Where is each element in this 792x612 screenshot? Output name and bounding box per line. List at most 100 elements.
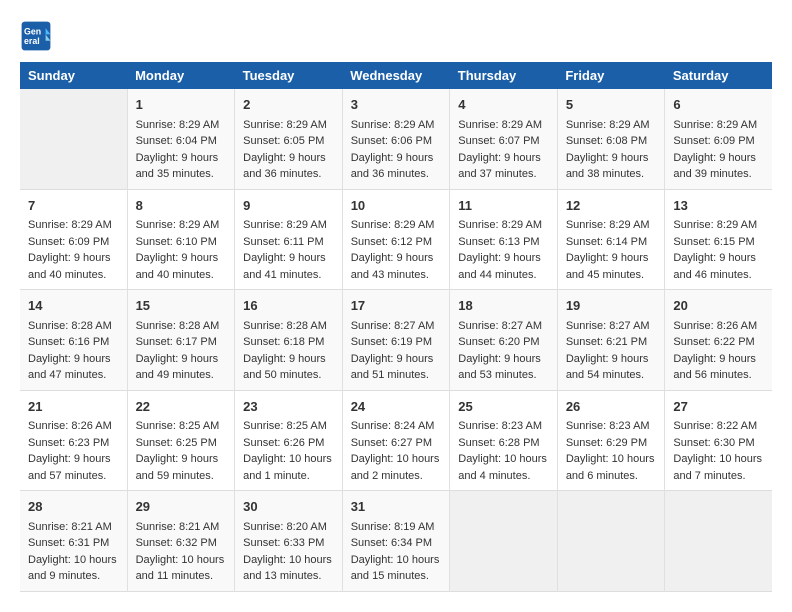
- day-info: Sunrise: 8:29 AM: [243, 117, 334, 134]
- day-header-friday: Friday: [557, 62, 665, 89]
- day-info: Sunset: 6:05 PM: [243, 133, 334, 150]
- day-number: 21: [28, 397, 119, 417]
- day-info: Daylight: 9 hours: [243, 250, 334, 267]
- svg-text:Gen: Gen: [24, 26, 41, 36]
- day-info: Sunset: 6:19 PM: [351, 334, 442, 351]
- day-info: Sunrise: 8:29 AM: [566, 117, 657, 134]
- day-number: 30: [243, 497, 334, 517]
- day-info: and 57 minutes.: [28, 468, 119, 485]
- svg-text:eral: eral: [24, 36, 40, 46]
- day-number: 9: [243, 196, 334, 216]
- day-info: Sunset: 6:28 PM: [458, 435, 549, 452]
- calendar-cell: 14Sunrise: 8:28 AMSunset: 6:16 PMDayligh…: [20, 290, 127, 391]
- day-info: Daylight: 9 hours: [673, 150, 764, 167]
- day-info: and 40 minutes.: [136, 267, 227, 284]
- day-info: Sunset: 6:08 PM: [566, 133, 657, 150]
- day-number: 1: [136, 95, 227, 115]
- day-info: and 47 minutes.: [28, 367, 119, 384]
- day-header-wednesday: Wednesday: [342, 62, 450, 89]
- day-info: Sunrise: 8:27 AM: [351, 318, 442, 335]
- day-number: 14: [28, 296, 119, 316]
- day-info: and 44 minutes.: [458, 267, 549, 284]
- day-info: Daylight: 9 hours: [351, 150, 442, 167]
- day-info: Sunset: 6:13 PM: [458, 234, 549, 251]
- day-info: Sunset: 6:07 PM: [458, 133, 549, 150]
- day-number: 18: [458, 296, 549, 316]
- day-info: Sunrise: 8:29 AM: [458, 217, 549, 234]
- calendar-cell: 4Sunrise: 8:29 AMSunset: 6:07 PMDaylight…: [450, 89, 558, 189]
- day-number: 10: [351, 196, 442, 216]
- day-info: Daylight: 9 hours: [28, 351, 119, 368]
- calendar-cell: 9Sunrise: 8:29 AMSunset: 6:11 PMDaylight…: [235, 189, 343, 290]
- calendar-cell: 29Sunrise: 8:21 AMSunset: 6:32 PMDayligh…: [127, 491, 235, 592]
- week-row-3: 14Sunrise: 8:28 AMSunset: 6:16 PMDayligh…: [20, 290, 772, 391]
- calendar-cell: 22Sunrise: 8:25 AMSunset: 6:25 PMDayligh…: [127, 390, 235, 491]
- day-info: Sunrise: 8:25 AM: [243, 418, 334, 435]
- day-number: 29: [136, 497, 227, 517]
- calendar-cell: 17Sunrise: 8:27 AMSunset: 6:19 PMDayligh…: [342, 290, 450, 391]
- calendar-cell: 11Sunrise: 8:29 AMSunset: 6:13 PMDayligh…: [450, 189, 558, 290]
- logo: Gen eral: [20, 20, 56, 52]
- day-info: and 13 minutes.: [243, 568, 334, 585]
- day-info: Sunset: 6:23 PM: [28, 435, 119, 452]
- day-info: Sunrise: 8:21 AM: [28, 519, 119, 536]
- day-info: Daylight: 10 hours: [28, 552, 119, 569]
- day-info: Daylight: 10 hours: [458, 451, 549, 468]
- day-info: and 4 minutes.: [458, 468, 549, 485]
- calendar-cell: 23Sunrise: 8:25 AMSunset: 6:26 PMDayligh…: [235, 390, 343, 491]
- day-info: and 41 minutes.: [243, 267, 334, 284]
- day-info: and 36 minutes.: [351, 166, 442, 183]
- day-info: Sunrise: 8:29 AM: [458, 117, 549, 134]
- day-info: Sunrise: 8:29 AM: [673, 117, 764, 134]
- day-info: and 59 minutes.: [136, 468, 227, 485]
- day-info: Sunrise: 8:21 AM: [136, 519, 227, 536]
- day-info: and 49 minutes.: [136, 367, 227, 384]
- day-number: 20: [673, 296, 764, 316]
- day-info: Sunset: 6:09 PM: [28, 234, 119, 251]
- day-info: Sunrise: 8:26 AM: [28, 418, 119, 435]
- calendar-cell: 2Sunrise: 8:29 AMSunset: 6:05 PMDaylight…: [235, 89, 343, 189]
- day-info: and 9 minutes.: [28, 568, 119, 585]
- day-info: Daylight: 9 hours: [351, 351, 442, 368]
- calendar-cell: 27Sunrise: 8:22 AMSunset: 6:30 PMDayligh…: [665, 390, 772, 491]
- day-info: Sunrise: 8:29 AM: [351, 117, 442, 134]
- week-row-1: 1Sunrise: 8:29 AMSunset: 6:04 PMDaylight…: [20, 89, 772, 189]
- week-row-2: 7Sunrise: 8:29 AMSunset: 6:09 PMDaylight…: [20, 189, 772, 290]
- calendar-cell: 6Sunrise: 8:29 AMSunset: 6:09 PMDaylight…: [665, 89, 772, 189]
- calendar-cell: 21Sunrise: 8:26 AMSunset: 6:23 PMDayligh…: [20, 390, 127, 491]
- day-number: 3: [351, 95, 442, 115]
- day-info: Daylight: 9 hours: [243, 351, 334, 368]
- day-number: 31: [351, 497, 442, 517]
- day-info: Sunrise: 8:29 AM: [136, 117, 227, 134]
- day-info: and 35 minutes.: [136, 166, 227, 183]
- day-info: Sunrise: 8:26 AM: [673, 318, 764, 335]
- day-info: Sunrise: 8:28 AM: [243, 318, 334, 335]
- day-number: 24: [351, 397, 442, 417]
- day-info: Daylight: 9 hours: [136, 351, 227, 368]
- calendar-cell: 8Sunrise: 8:29 AMSunset: 6:10 PMDaylight…: [127, 189, 235, 290]
- calendar-cell: [665, 491, 772, 592]
- day-info: and 45 minutes.: [566, 267, 657, 284]
- calendar-cell: 13Sunrise: 8:29 AMSunset: 6:15 PMDayligh…: [665, 189, 772, 290]
- day-info: and 40 minutes.: [28, 267, 119, 284]
- day-info: and 50 minutes.: [243, 367, 334, 384]
- calendar-cell: 5Sunrise: 8:29 AMSunset: 6:08 PMDaylight…: [557, 89, 665, 189]
- day-info: Sunrise: 8:25 AM: [136, 418, 227, 435]
- day-info: and 46 minutes.: [673, 267, 764, 284]
- day-info: Sunset: 6:15 PM: [673, 234, 764, 251]
- day-number: 13: [673, 196, 764, 216]
- day-info: and 6 minutes.: [566, 468, 657, 485]
- day-info: Sunrise: 8:23 AM: [566, 418, 657, 435]
- calendar-cell: 19Sunrise: 8:27 AMSunset: 6:21 PMDayligh…: [557, 290, 665, 391]
- calendar-cell: 10Sunrise: 8:29 AMSunset: 6:12 PMDayligh…: [342, 189, 450, 290]
- day-number: 8: [136, 196, 227, 216]
- day-number: 25: [458, 397, 549, 417]
- day-number: 12: [566, 196, 657, 216]
- day-info: Sunrise: 8:29 AM: [28, 217, 119, 234]
- calendar-cell: 26Sunrise: 8:23 AMSunset: 6:29 PMDayligh…: [557, 390, 665, 491]
- day-info: Sunset: 6:12 PM: [351, 234, 442, 251]
- day-info: and 51 minutes.: [351, 367, 442, 384]
- day-info: Daylight: 9 hours: [566, 351, 657, 368]
- day-info: Sunset: 6:09 PM: [673, 133, 764, 150]
- day-info: Daylight: 9 hours: [566, 150, 657, 167]
